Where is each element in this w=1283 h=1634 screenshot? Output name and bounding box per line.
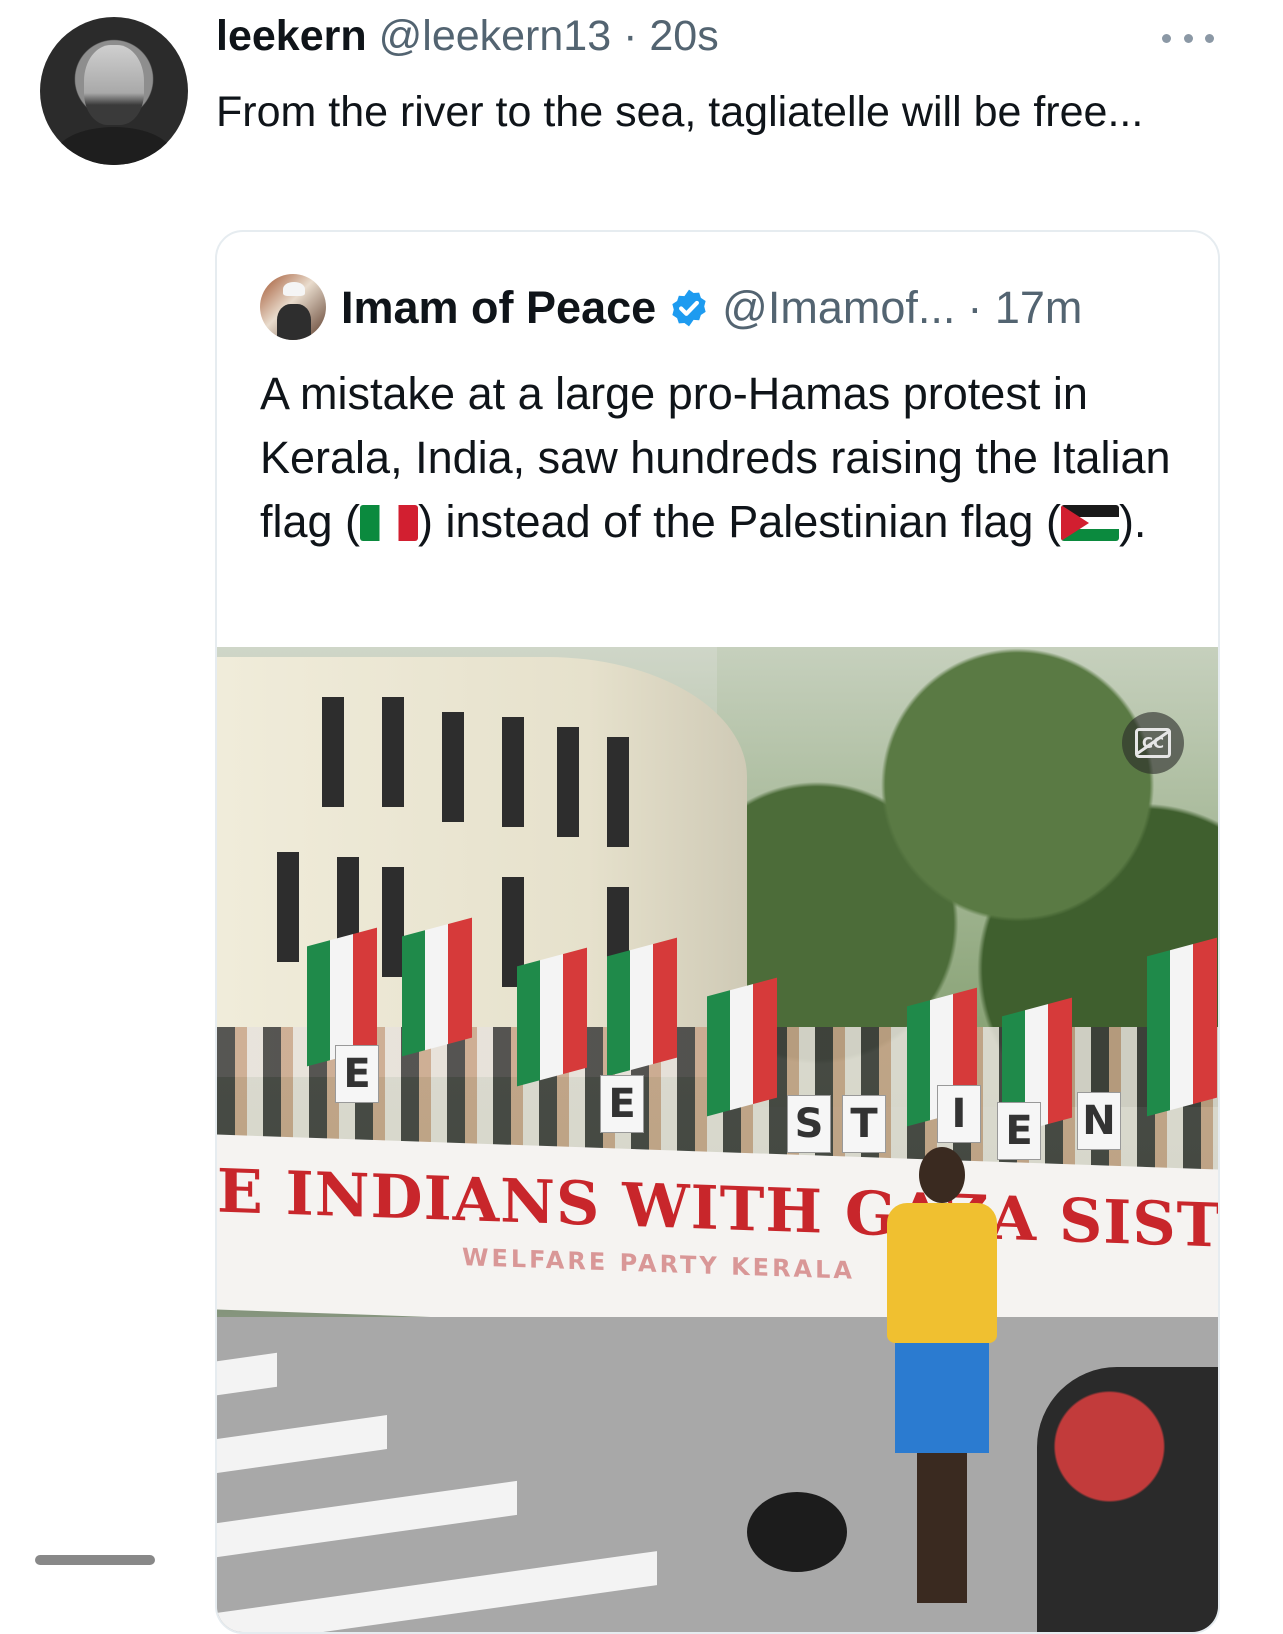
captions-glyph: CC: [1135, 728, 1171, 758]
italian-flag-icon: [360, 505, 419, 541]
more-dot: [1183, 33, 1193, 43]
person-lungi: [895, 1343, 989, 1453]
quoted-author-handle[interactable]: @Imamof...: [722, 282, 955, 334]
tweet-header: leekern @leekern13 · 20s: [216, 12, 719, 61]
crosswalk-stripe: [217, 1415, 387, 1473]
protest-flag: [402, 917, 472, 1057]
crosswalk-stripe: [217, 1480, 517, 1558]
building-window: [557, 727, 579, 837]
avatar-robe: [277, 304, 311, 340]
avatar-face: [84, 45, 144, 125]
tweet-text: From the river to the sea, tagliatelle w…: [216, 88, 1144, 136]
motorbike: [1037, 1367, 1218, 1632]
more-horizontal-icon[interactable]: [1162, 28, 1214, 48]
more-dot: [1162, 33, 1171, 43]
placard-letter: S: [787, 1095, 831, 1153]
building-window: [502, 717, 524, 827]
quoted-author-name[interactable]: Imam of Peace: [341, 282, 656, 334]
building-window: [277, 852, 299, 962]
author-avatar[interactable]: [40, 17, 188, 165]
author-name[interactable]: leekern: [216, 12, 367, 61]
quoted-text-part2: ) instead of the Palestinian flag (: [418, 496, 1061, 547]
building-window: [322, 697, 344, 807]
banner-text: E INDIANS WITH GAZA SIST: [217, 1156, 1218, 1262]
avatar-shoulders: [54, 127, 174, 165]
crosswalk-stripe: [217, 1352, 277, 1396]
banner-subtext: WELFARE PARTY KERALA: [462, 1243, 855, 1285]
verified-badge-icon: [672, 289, 706, 327]
captions-off-icon[interactable]: CC: [1122, 712, 1184, 774]
person-head: [919, 1147, 965, 1203]
protest-flag: [1147, 937, 1217, 1117]
quoted-tweet[interactable]: Imam of Peace @Imamof... · 17m A mistake…: [215, 230, 1220, 1634]
placard-letter: I: [937, 1085, 981, 1143]
building-window: [382, 867, 404, 977]
palestinian-flag-icon: [1060, 505, 1119, 541]
author-handle[interactable]: @leekern13: [379, 12, 612, 61]
quoted-tweet-text: A mistake at a large pro-Hamas protest i…: [260, 362, 1200, 554]
more-dot: [1205, 33, 1214, 43]
protest-flag: [707, 977, 777, 1117]
quoted-tweet-header: Imam of Peace @Imamof... · 17m: [341, 282, 1082, 334]
building-window: [382, 697, 404, 807]
bike-mirror: [747, 1492, 847, 1572]
video-progress-bar[interactable]: [35, 1555, 155, 1565]
placard-letter: E: [335, 1045, 379, 1103]
person-legs: [917, 1453, 967, 1603]
building-window: [442, 712, 464, 822]
building-window: [607, 737, 629, 847]
protest-banner: E INDIANS WITH GAZA SIST WELFARE PARTY K…: [217, 1134, 1218, 1345]
protest-flag: [517, 947, 587, 1087]
person-walking: [877, 1147, 1007, 1617]
crosswalk-stripe: [217, 1551, 657, 1632]
tweet-time[interactable]: · 20s: [623, 12, 719, 61]
protest-flag: [607, 937, 677, 1077]
quoted-text-part3: ).: [1118, 496, 1147, 547]
person-shirt: [887, 1203, 997, 1343]
placard-letter: N: [1077, 1092, 1121, 1150]
quoted-tweet-video[interactable]: E E S T I E N E INDIANS WITH GAZA SIST W…: [217, 647, 1218, 1632]
quoted-tweet-time[interactable]: · 17m: [967, 282, 1082, 334]
placard-letter: T: [842, 1095, 886, 1153]
placard-letter: E: [600, 1075, 644, 1133]
quoted-author-avatar[interactable]: [260, 274, 326, 340]
avatar-turban: [283, 282, 305, 296]
